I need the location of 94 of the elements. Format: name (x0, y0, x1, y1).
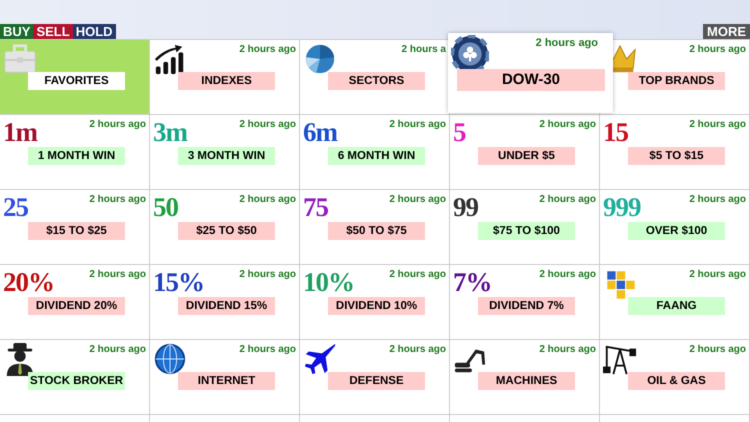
number-glyph: 5 (453, 117, 466, 147)
category-label: $75 TO $100 (478, 222, 575, 240)
category-tile[interactable]: 2 hours a SECTORS (300, 39, 450, 114)
number-glyph: 3m (153, 117, 187, 147)
category-label: UNDER $5 (478, 147, 575, 165)
update-time: 2 hours ago (536, 37, 598, 49)
logo-word: BUY (0, 24, 34, 39)
category-tile[interactable]: 75 2 hours ago $50 TO $75 (300, 189, 450, 264)
category-label: FAVORITES (28, 72, 125, 90)
category-tile[interactable]: 15% 2 hours ago DIVIDEND 15% (150, 264, 300, 339)
number-glyph: 999 (603, 192, 640, 222)
category-label: FAANG (628, 297, 725, 315)
update-time: 2 hours ago (239, 269, 296, 280)
number-glyph: 15% (153, 267, 204, 297)
update-time: 2 hours ago (389, 119, 446, 130)
category-label: STOCK BROKER (28, 372, 126, 390)
number-glyph: 50 (153, 192, 178, 222)
category-label: OVER $100 (628, 222, 725, 240)
update-time: 2 hours ago (539, 119, 596, 130)
category-tile[interactable]: 99 2 hours ago $75 TO $100 (450, 189, 600, 264)
category-tile[interactable]: 2 hours ago MACHINES (450, 339, 600, 414)
category-tile[interactable]: 50 2 hours ago $25 TO $50 (150, 189, 300, 264)
pie-chart-icon (303, 42, 337, 76)
more-button[interactable]: MORE (703, 24, 750, 39)
number-glyph: 99 (453, 192, 478, 222)
category-tile[interactable]: 2 hours ago STOCK BROKER (0, 339, 150, 414)
update-time: 2 hours ago (689, 44, 746, 55)
jet-icon (303, 342, 337, 376)
number-glyph: 7% (453, 267, 492, 297)
update-time: 2 hours a (402, 44, 446, 55)
category-label: DIVIDEND 20% (28, 297, 125, 315)
category-tile[interactable]: 1m 2 hours ago 1 MONTH WIN (0, 114, 150, 189)
update-time: 2 hours ago (239, 344, 296, 355)
number-glyph: 10% (303, 267, 354, 297)
category-label: DIVIDEND 10% (328, 297, 425, 315)
category-tile[interactable]: 7% 2 hours ago DIVIDEND 7% (450, 264, 600, 339)
logo-word: SELL (33, 24, 73, 39)
update-time: 2 hours ago (89, 344, 146, 355)
number-glyph: 6m (303, 117, 337, 147)
update-time: 2 hours ago (89, 269, 146, 280)
number-glyph: 75 (303, 192, 328, 222)
update-time: 2 hours ago (689, 119, 746, 130)
update-time: 2 hours ago (689, 194, 746, 205)
update-time: 2 hours ago (389, 269, 446, 280)
category-label: 6 MONTH WIN (328, 147, 425, 165)
number-glyph: 20% (3, 267, 54, 297)
category-tile[interactable]: 2 hours ago INDEXES (150, 39, 300, 114)
update-time: 2 hours ago (239, 119, 296, 130)
update-time: 2 hours ago (689, 344, 746, 355)
update-time: 2 hours ago (539, 344, 596, 355)
category-tile[interactable]: 15 2 hours ago $5 TO $15 (600, 114, 750, 189)
category-label: $50 TO $75 (328, 222, 425, 240)
category-label: INTERNET (178, 372, 275, 390)
category-tile[interactable]: 2 hours ago OIL & GAS (600, 339, 750, 414)
number-glyph: 1m (3, 117, 37, 147)
category-tile[interactable]: 2 hours ago FAANG (600, 264, 750, 339)
category-label: $25 TO $50 (178, 222, 275, 240)
category-tile[interactable]: 25 2 hours ago $15 TO $25 (0, 189, 150, 264)
update-time: 2 hours ago (539, 269, 596, 280)
update-time: 2 hours ago (389, 344, 446, 355)
category-tile[interactable]: 20% 2 hours ago DIVIDEND 20% (0, 264, 150, 339)
update-time: 2 hours ago (89, 119, 146, 130)
update-time: 2 hours ago (689, 269, 746, 280)
category-tile[interactable]: FAVORITES (0, 39, 150, 114)
category-label: DIVIDEND 7% (478, 297, 575, 315)
category-label: DOW-30 (457, 69, 605, 91)
category-label: OIL & GAS (628, 372, 725, 390)
category-tile[interactable]: 2 hours ago INTERNET (150, 339, 300, 414)
logo-word: HOLD (72, 24, 116, 39)
category-tile[interactable]: 10% 2 hours ago DIVIDEND 10% (300, 264, 450, 339)
number-glyph: 25 (3, 192, 28, 222)
update-time: 2 hours ago (239, 44, 296, 55)
category-label: SECTORS (328, 72, 425, 90)
category-label: 3 MONTH WIN (178, 147, 275, 165)
category-label: TOP BRANDS (628, 72, 725, 90)
category-tile[interactable]: 6m 2 hours ago 6 MONTH WIN (300, 114, 450, 189)
category-tile[interactable]: 999 2 hours ago OVER $100 (600, 189, 750, 264)
category-label: MACHINES (478, 372, 575, 390)
globe-icon (153, 342, 187, 376)
category-label: DEFENSE (328, 372, 425, 390)
category-label: $5 TO $15 (628, 147, 725, 165)
raised-tile-popup[interactable]: 2 hours ago DOW-30 (448, 33, 613, 113)
number-glyph: 15 (603, 117, 628, 147)
category-tile[interactable]: 5 2 hours ago UNDER $5 (450, 114, 600, 189)
update-time: 2 hours ago (89, 194, 146, 205)
category-label: $15 TO $25 (28, 222, 125, 240)
category-tile[interactable]: 3m 2 hours ago 3 MONTH WIN (150, 114, 300, 189)
category-tile[interactable]: 2 hours ago DEFENSE (300, 339, 450, 414)
update-time: 2 hours ago (239, 194, 296, 205)
update-time: 2 hours ago (389, 194, 446, 205)
category-label: INDEXES (178, 72, 275, 90)
update-time: 2 hours ago (539, 194, 596, 205)
category-label: 1 MONTH WIN (28, 147, 125, 165)
category-label: DIVIDEND 15% (178, 297, 275, 315)
